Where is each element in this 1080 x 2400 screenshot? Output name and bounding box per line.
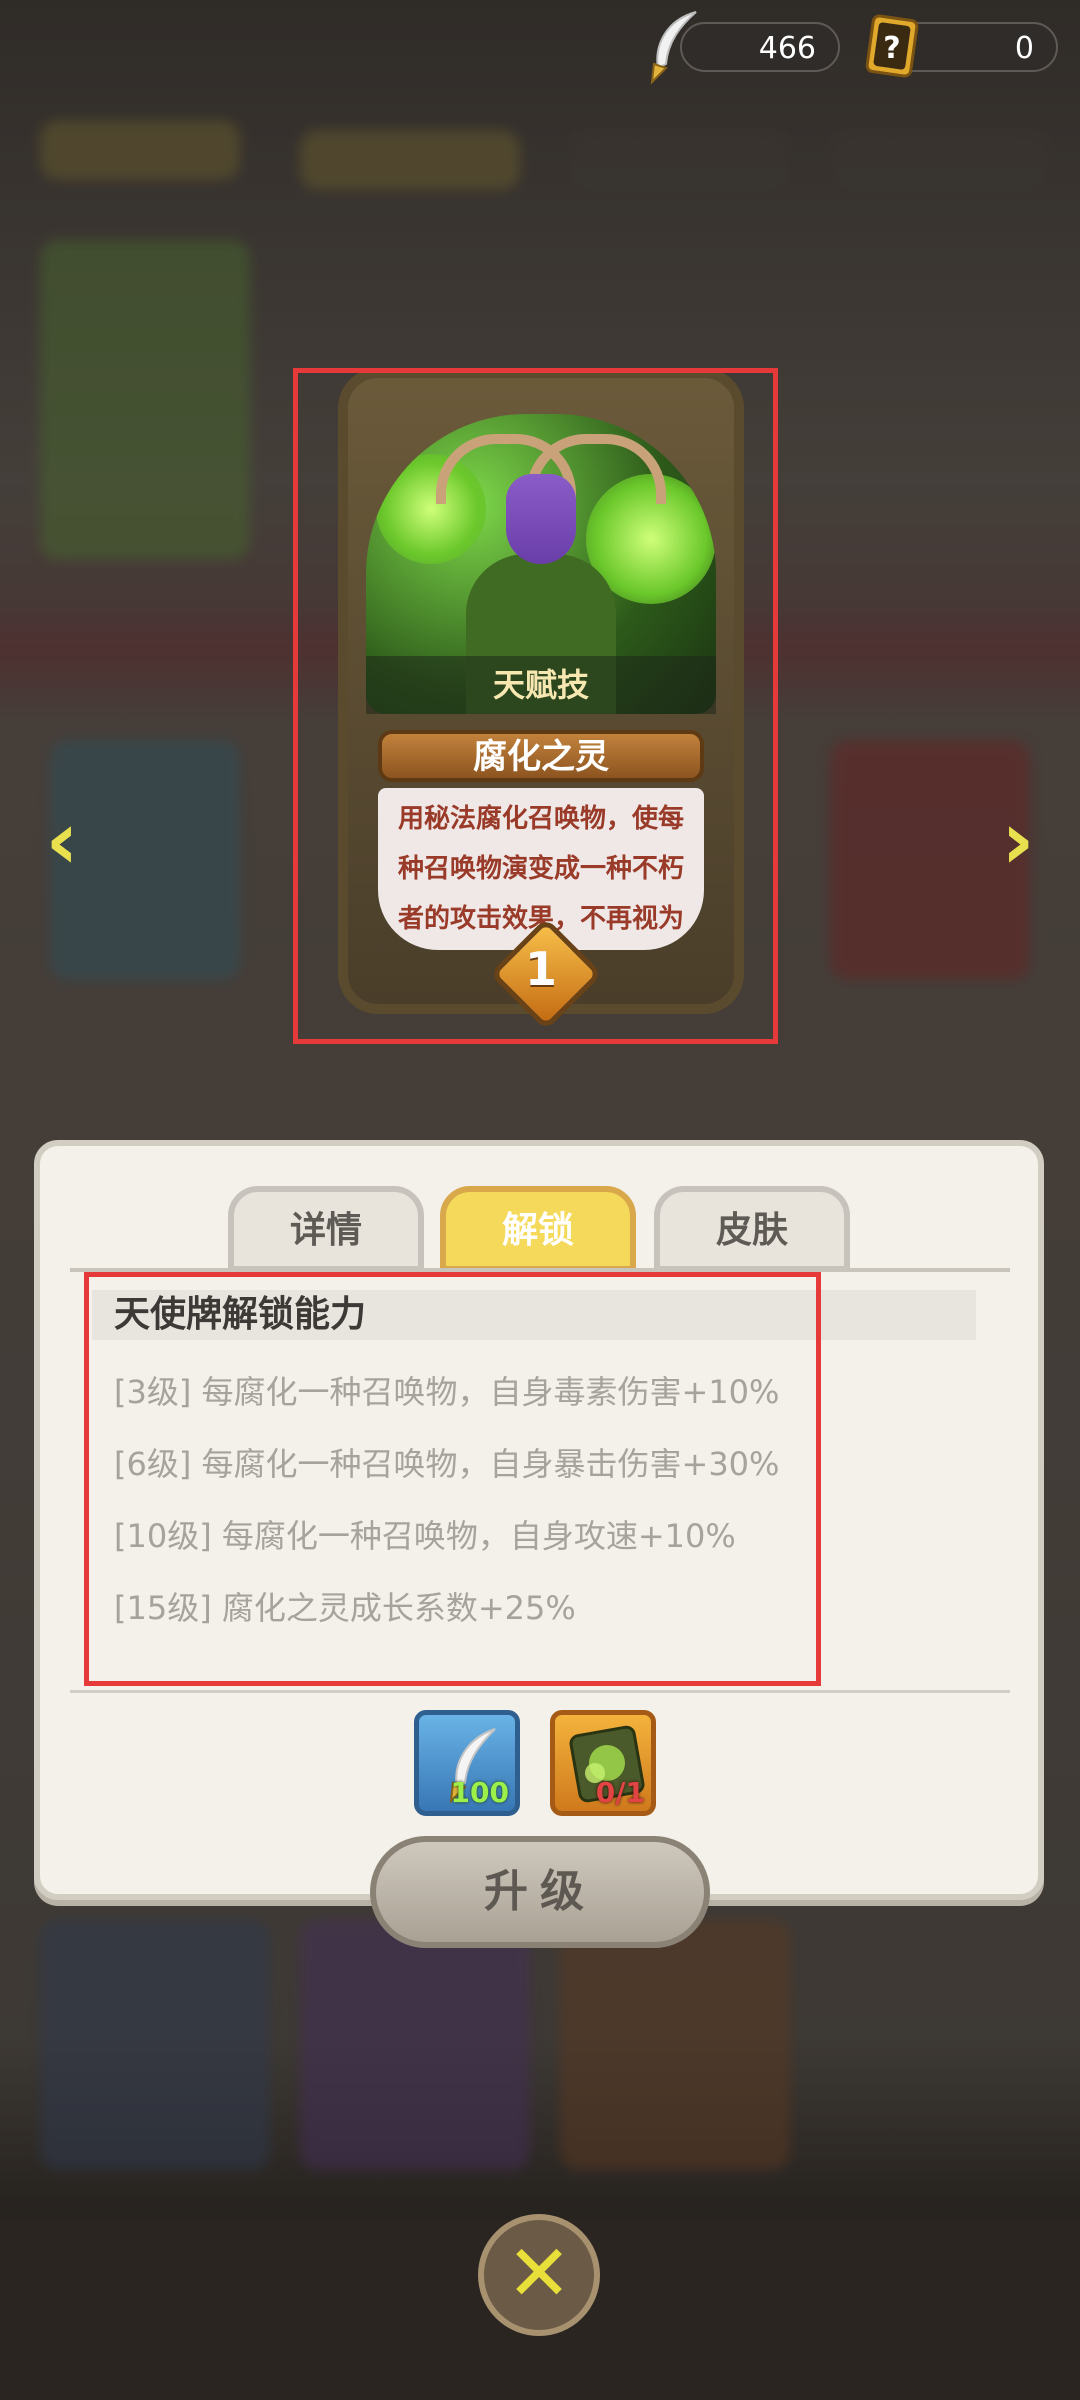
panel-divider xyxy=(70,1690,1010,1693)
svg-text:?: ? xyxy=(883,31,900,66)
tab-details[interactable]: 详情 xyxy=(228,1186,424,1272)
card-count: 0 xyxy=(1014,31,1034,66)
material-count: 100 xyxy=(450,1776,509,1809)
chevron-left-icon[interactable]: ‹ xyxy=(32,800,92,882)
mystery-card-icon: ? xyxy=(865,14,919,78)
unlock-highlight-box xyxy=(84,1272,821,1686)
chevron-right-icon[interactable]: › xyxy=(988,800,1048,882)
upgrade-button[interactable]: 升级 xyxy=(370,1836,710,1948)
feather-icon xyxy=(650,11,697,85)
card-highlight-box xyxy=(293,368,778,1044)
feather-count: 466 xyxy=(758,31,816,66)
tab-skins[interactable]: 皮肤 xyxy=(654,1186,850,1272)
material-card-book[interactable]: 0/1 xyxy=(550,1710,656,1816)
material-feather[interactable]: 100 xyxy=(414,1710,520,1816)
material-count: 0/1 xyxy=(595,1776,645,1809)
tab-unlock[interactable]: 解锁 xyxy=(440,1186,636,1272)
close-icon[interactable]: ✕ xyxy=(478,2214,600,2336)
currency-bar: 466 0 ? xyxy=(0,0,1080,100)
